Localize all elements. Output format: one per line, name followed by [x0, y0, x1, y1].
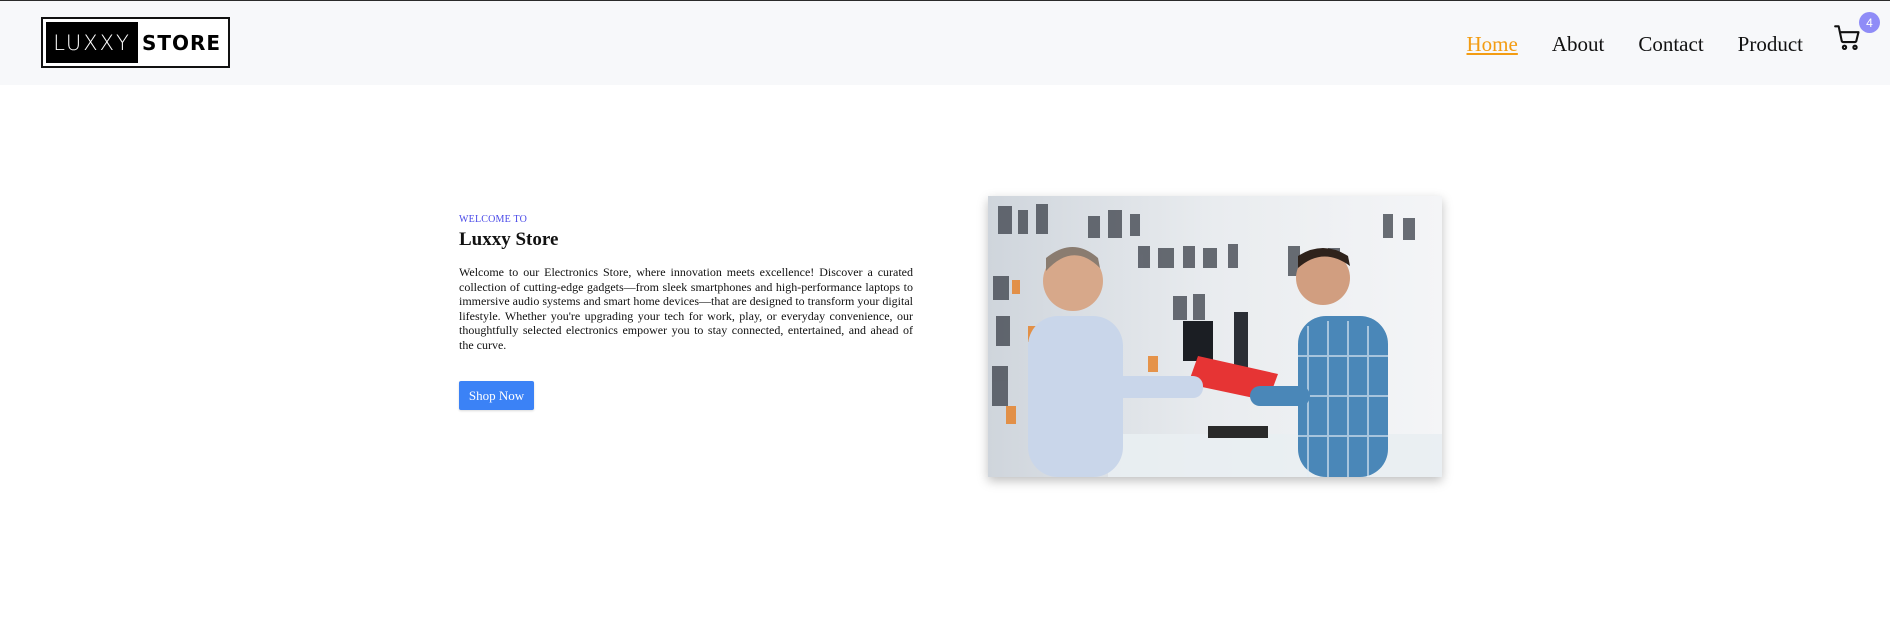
nav-home-link[interactable]: Home: [1467, 32, 1518, 57]
shop-now-button[interactable]: Shop Now: [459, 381, 534, 410]
logo-right-text: STORE: [141, 30, 222, 55]
main-nav: Home About Contact Product: [1467, 32, 1803, 57]
logo-left-text: LUXXY: [46, 22, 138, 63]
hero-title: Luxxy Store: [459, 229, 559, 250]
cart-icon[interactable]: [1834, 24, 1864, 54]
hero-text: WELCOME TO Luxxy Store Welcome to our El…: [459, 214, 913, 353]
header: LUXXY STORE Home About Contact Product: [0, 1, 1890, 85]
hero-description: Welcome to our Electronics Store, where …: [459, 265, 913, 352]
nav-product-link[interactable]: Product: [1738, 32, 1803, 57]
hero-store-photo: [988, 196, 1442, 477]
hero-eyebrow: WELCOME TO: [459, 214, 528, 225]
cart-count-badge: 4: [1859, 12, 1880, 33]
nav-contact-link[interactable]: Contact: [1638, 32, 1703, 57]
store-logo[interactable]: LUXXY STORE: [41, 17, 230, 68]
nav-about-link[interactable]: About: [1552, 32, 1605, 57]
